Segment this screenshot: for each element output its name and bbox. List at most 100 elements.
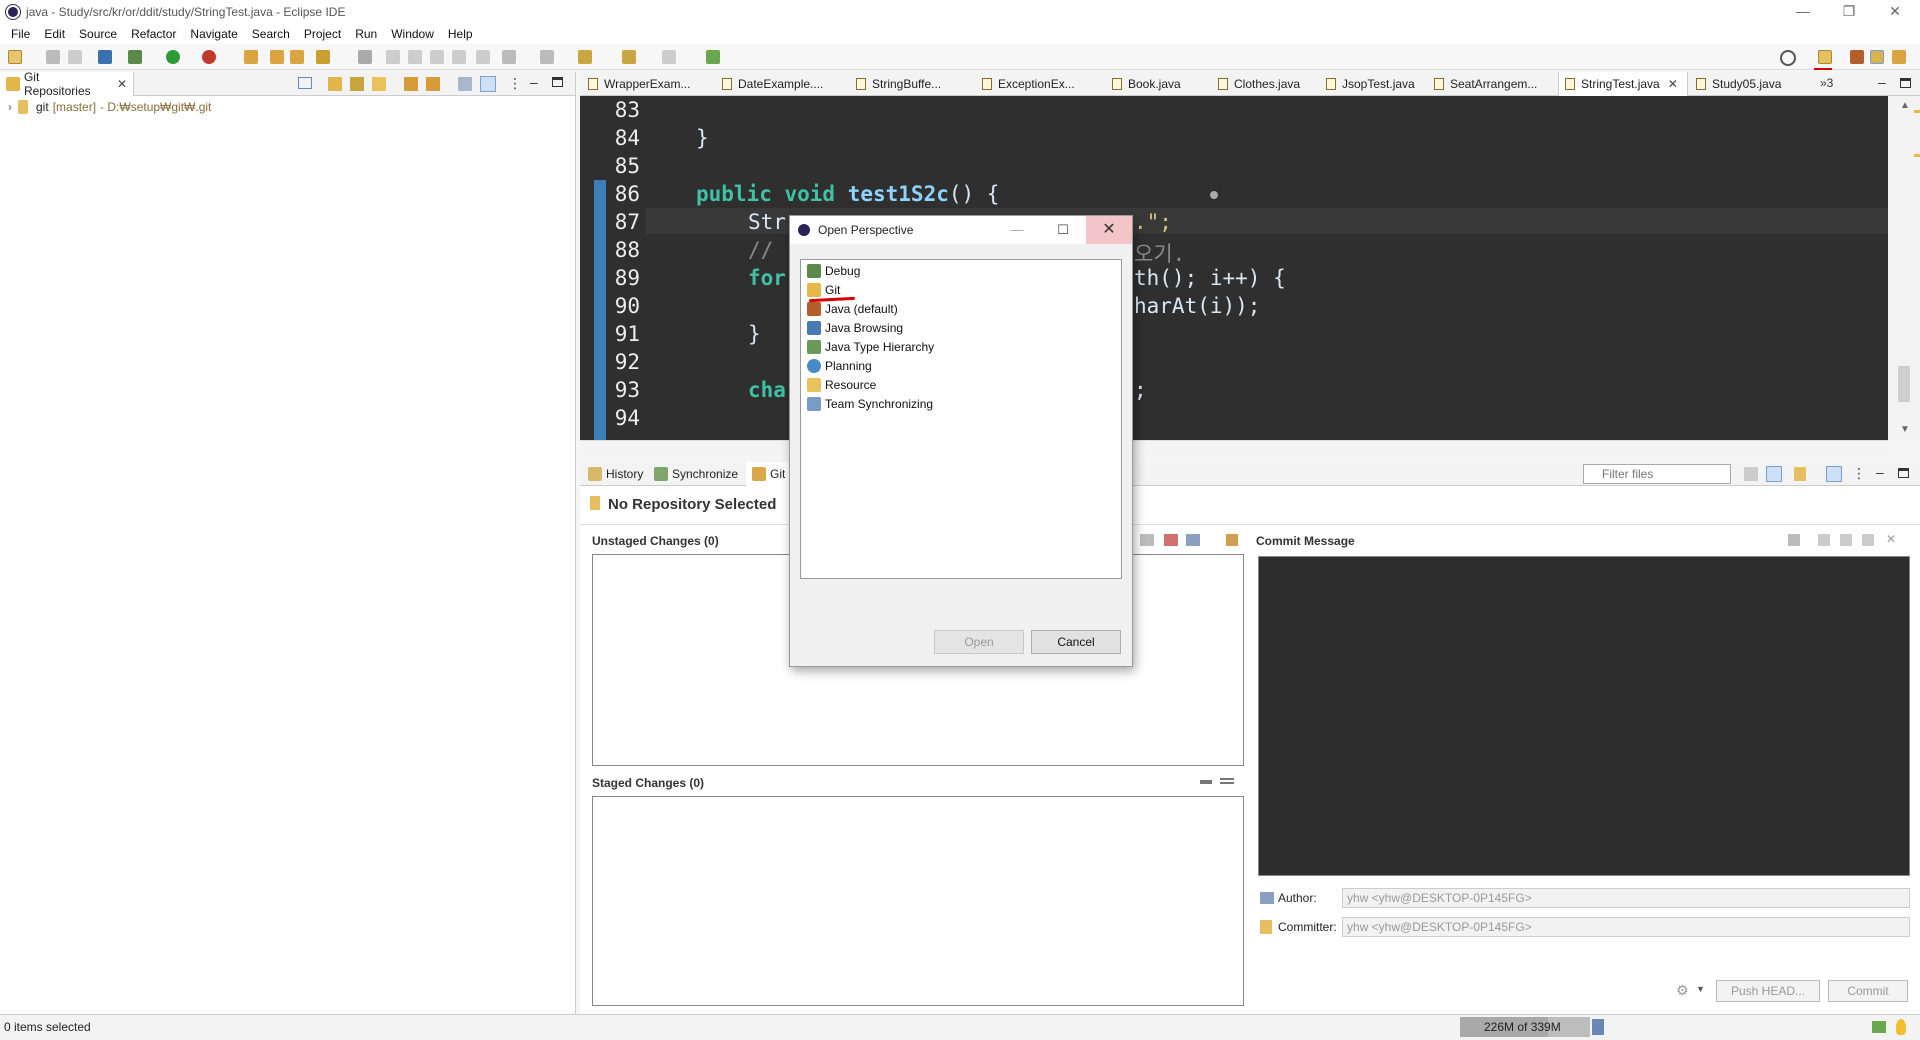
open-button[interactable]: Open bbox=[934, 630, 1024, 654]
repo-select-icon[interactable] bbox=[1794, 467, 1806, 481]
editor-tab-clothes[interactable]: Clothes.java bbox=[1212, 72, 1300, 96]
menu-edit[interactable]: Edit bbox=[37, 27, 72, 41]
filter-files-input[interactable] bbox=[1583, 464, 1731, 484]
external-tools-icon[interactable] bbox=[202, 50, 216, 64]
java-perspective-icon[interactable] bbox=[1870, 50, 1884, 64]
block-select-icon[interactable] bbox=[430, 50, 444, 64]
perspective-list[interactable]: Debug Git Java (default) Java Browsing J… bbox=[800, 259, 1122, 579]
open-resource-icon[interactable] bbox=[290, 50, 304, 64]
author-field[interactable]: yhw <yhw@DESKTOP-0P145FG> bbox=[1342, 888, 1910, 908]
tab-synchronize[interactable]: Synchronize bbox=[648, 462, 744, 486]
prev-annotation-icon[interactable] bbox=[540, 50, 554, 64]
scroll-up-icon[interactable]: ▲ bbox=[1900, 100, 1910, 111]
save-all-icon[interactable] bbox=[68, 50, 82, 64]
unstage-all-icon[interactable] bbox=[1220, 778, 1234, 784]
perspective-item-resource[interactable]: Resource bbox=[807, 376, 876, 394]
pin-icon[interactable] bbox=[476, 50, 490, 64]
open-task-icon[interactable] bbox=[270, 50, 284, 64]
menu-window[interactable]: Window bbox=[384, 27, 441, 41]
forward-icon[interactable] bbox=[662, 50, 676, 64]
debug-icon[interactable] bbox=[128, 50, 142, 64]
link-selection-icon[interactable] bbox=[1766, 466, 1782, 482]
close-icon[interactable]: ✕ bbox=[1668, 77, 1678, 91]
link-icon[interactable] bbox=[426, 77, 440, 91]
cancel-button[interactable]: Cancel bbox=[1031, 630, 1121, 654]
dialog-minimize-icon[interactable]: — bbox=[994, 216, 1040, 244]
chevron-down-icon[interactable]: ▼ bbox=[1696, 984, 1705, 994]
perspective-item-java-browsing[interactable]: Java Browsing bbox=[807, 319, 903, 337]
commit-message-textarea[interactable] bbox=[1258, 556, 1910, 876]
tip-bulb-icon[interactable] bbox=[1896, 1019, 1906, 1035]
code-editor[interactable]: 83 84 85 86 87 88 89 90 91 92 93 94 } pu… bbox=[580, 96, 1888, 440]
perspective-item-team-synchronizing[interactable]: Team Synchronizing bbox=[807, 395, 933, 413]
sort-icon[interactable] bbox=[1226, 534, 1238, 546]
repo-tree-item[interactable]: › git [master] - D:₩setup₩git₩.git bbox=[8, 100, 211, 114]
commit-button[interactable]: Commit bbox=[1828, 980, 1908, 1002]
editor-tab-stringbuffer[interactable]: StringBuffe... bbox=[850, 72, 941, 96]
presentation-icon[interactable] bbox=[1186, 534, 1200, 546]
open-type-icon[interactable] bbox=[244, 50, 258, 64]
open-perspective-icon[interactable] bbox=[1818, 50, 1832, 64]
add-repo-icon[interactable] bbox=[328, 77, 342, 91]
menu-help[interactable]: Help bbox=[441, 27, 480, 41]
perspective-item-git[interactable]: Git bbox=[807, 281, 840, 299]
link-editor-icon[interactable] bbox=[480, 76, 496, 92]
run-icon[interactable] bbox=[166, 50, 180, 64]
editor-tab-jsoptest[interactable]: JsopTest.java bbox=[1320, 72, 1415, 96]
close-icon[interactable]: ✕ bbox=[117, 77, 127, 91]
dialog-close-icon[interactable]: ✕ bbox=[1086, 216, 1132, 244]
push-head-button[interactable]: Push HEAD... bbox=[1716, 980, 1820, 1002]
editor-tab-exception[interactable]: ExceptionEx... bbox=[976, 72, 1075, 96]
notifications-icon[interactable] bbox=[1872, 1021, 1886, 1033]
git-perspective-icon[interactable] bbox=[1892, 50, 1906, 64]
create-repo-icon[interactable] bbox=[372, 77, 386, 91]
editor-tab-date[interactable]: DateExample.... bbox=[716, 72, 823, 96]
view-menu-icon[interactable]: ⋮ bbox=[508, 75, 522, 92]
view-minimize-icon[interactable]: – bbox=[530, 74, 538, 90]
annotation-prev-icon[interactable] bbox=[386, 50, 400, 64]
garbage-collect-icon[interactable] bbox=[1592, 1019, 1604, 1035]
menu-search[interactable]: Search bbox=[245, 27, 297, 41]
amend-icon[interactable] bbox=[1818, 534, 1830, 546]
chevron-right-icon[interactable]: › bbox=[8, 100, 12, 114]
minimize-icon[interactable]: — bbox=[1780, 0, 1826, 24]
window-close-icon[interactable]: ✕ bbox=[1872, 0, 1918, 24]
filter-icon[interactable] bbox=[458, 77, 472, 91]
layout-icon[interactable] bbox=[1826, 466, 1842, 482]
editor-tab-study05[interactable]: Study05.java bbox=[1690, 72, 1781, 96]
last-edit-icon[interactable] bbox=[578, 50, 592, 64]
committer-field[interactable]: yhw <yhw@DESKTOP-0P145FG> bbox=[1342, 917, 1910, 937]
menu-source[interactable]: Source bbox=[72, 27, 124, 41]
spell-check-icon[interactable] bbox=[1788, 534, 1800, 546]
fold-toggle-icon[interactable] bbox=[1210, 191, 1218, 199]
next-annotation-icon[interactable] bbox=[502, 50, 516, 64]
dialog-maximize-icon[interactable]: ☐ bbox=[1040, 216, 1086, 244]
menu-refactor[interactable]: Refactor bbox=[124, 27, 183, 41]
heap-status-bar[interactable]: 226M of 339M bbox=[1460, 1017, 1590, 1037]
perspective-item-java-type-hierarchy[interactable]: Java Type Hierarchy bbox=[807, 338, 934, 356]
editor-tab-stringtest-active[interactable]: StringTest.java ✕ bbox=[1558, 72, 1688, 96]
terminal-icon[interactable] bbox=[98, 50, 112, 64]
sign-off-icon[interactable] bbox=[1840, 534, 1852, 546]
panel-maximize-icon[interactable] bbox=[1898, 468, 1909, 478]
show-whitespace-icon[interactable] bbox=[452, 50, 466, 64]
stage-icon[interactable] bbox=[1140, 534, 1154, 546]
view-maximize-icon[interactable] bbox=[552, 77, 563, 87]
tab-history[interactable]: History bbox=[582, 462, 649, 486]
clone-repo-icon[interactable] bbox=[350, 77, 364, 91]
new-icon[interactable] bbox=[8, 50, 22, 64]
perspective-item-java-default[interactable]: Java (default) bbox=[807, 300, 898, 318]
editor-maximize-icon[interactable] bbox=[1900, 78, 1911, 88]
save-icon[interactable] bbox=[46, 50, 60, 64]
perspective-item-planning[interactable]: Planning bbox=[807, 357, 872, 375]
collapse-all-icon[interactable] bbox=[298, 77, 312, 89]
staged-changes-list[interactable] bbox=[592, 796, 1244, 1006]
unstage-icon[interactable] bbox=[1200, 780, 1212, 784]
tab-overflow-chevron-icon[interactable]: »3 bbox=[1820, 76, 1833, 90]
refresh-icon[interactable] bbox=[404, 77, 418, 91]
compare-mode-icon[interactable] bbox=[1744, 467, 1758, 481]
restore-icon[interactable]: ❐ bbox=[1826, 0, 1872, 24]
remove-icon[interactable] bbox=[1164, 534, 1178, 546]
back-icon[interactable] bbox=[622, 50, 636, 64]
menu-project[interactable]: Project bbox=[297, 27, 348, 41]
